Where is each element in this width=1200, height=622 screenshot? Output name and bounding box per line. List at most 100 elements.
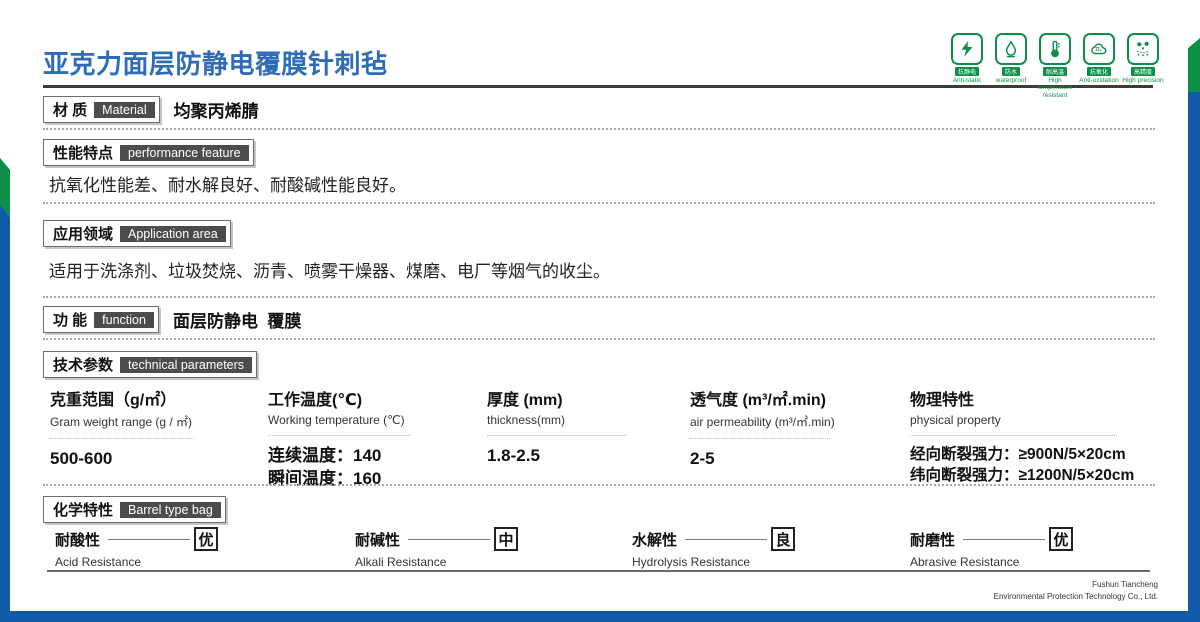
section-label-en: technical parameters <box>120 357 252 373</box>
section-label-application: 应用领域 Application area <box>43 220 231 247</box>
section-label-en: function <box>94 312 154 328</box>
tech-col-gram-weight: 克重范围（g/㎡） Gram weight range (g / ㎡) 500-… <box>50 386 250 471</box>
chem-name-zh: 耐酸性 <box>55 529 100 550</box>
section-label-chemical: 化学特性 Barrel type bag <box>43 496 226 523</box>
tech-header-en: physical property <box>910 413 1175 427</box>
mini-dotted-divider <box>910 435 1117 436</box>
tech-header-zh: 透气度 (m³/㎡.min) <box>690 386 890 410</box>
tech-value: 2-5 <box>690 448 890 471</box>
footer-divider <box>47 570 1150 572</box>
section-label-zh: 性能特点 <box>53 142 113 163</box>
thermometer-icon <box>1039 33 1071 65</box>
lightning-icon <box>951 33 983 65</box>
chem-connector-line <box>963 539 1045 540</box>
chem-grade-badge: 良 <box>771 527 795 551</box>
badge-label-zh: 高精度 <box>1131 67 1155 76</box>
tech-col-thickness: 厚度 (mm) thickness(mm) 1.8-2.5 <box>487 386 647 468</box>
chem-name-zh: 耐磨性 <box>910 529 955 550</box>
tech-col-air-permeability: 透气度 (m³/㎡.min) air permeability (m³/㎡.mi… <box>690 386 890 471</box>
chem-item-row: 耐酸性 优 <box>55 527 218 551</box>
feature-badges: 抗静电 Anti-static 防水 waterproof <box>946 33 1164 99</box>
badge-anti-static: 抗静电 Anti-static <box>946 33 988 99</box>
chem-item-alkali: 耐碱性 中 Alkali Resistance <box>355 527 518 569</box>
tech-value: 1.8-2.5 <box>487 445 647 468</box>
section-label-zh: 应用领域 <box>53 223 113 244</box>
section-chemical: 化学特性 Barrel type bag <box>43 496 226 523</box>
dotted-divider <box>43 296 1155 298</box>
badge-label-en: High temperature resistant <box>1034 77 1076 99</box>
tech-header-en: thickness(mm) <box>487 413 647 427</box>
badge-waterproof: 防水 waterproof <box>990 33 1032 99</box>
chem-connector-line <box>408 539 490 540</box>
chem-name-zh: 耐碱性 <box>355 529 400 550</box>
badge-label-en: Anti-static <box>953 77 982 84</box>
footer-company-line1: Fushun Tiancheng <box>994 579 1158 591</box>
section-material: 材 质 Material 均聚丙烯腈 <box>43 96 259 123</box>
section-function: 功 能 function 面层防静电 覆膜 <box>43 306 301 333</box>
chem-item-row: 耐磨性 优 <box>910 527 1073 551</box>
tech-header-en: Working temperature (℃) <box>268 413 473 427</box>
badge-high-temperature: 耐高温 High temperature resistant <box>1034 33 1076 99</box>
tech-value: 500-600 <box>50 448 250 471</box>
badge-high-precision: 高精度 High precision <box>1122 33 1164 99</box>
tech-header-en: Gram weight range (g / ㎡) <box>50 413 250 430</box>
chem-grade-badge: 优 <box>1049 527 1073 551</box>
chem-name-en: Alkali Resistance <box>355 555 518 569</box>
tech-header-zh: 工作温度(℃) <box>268 386 473 410</box>
chem-grade-badge: 优 <box>194 527 218 551</box>
section-label-en: performance feature <box>120 145 249 161</box>
page-title: 亚克力面层防静电覆膜针刺毡 <box>43 44 388 81</box>
tech-col-working-temperature: 工作温度(℃) Working temperature (℃) 连续温度：140… <box>268 386 473 491</box>
section-label-zh: 技术参数 <box>53 354 113 375</box>
tech-value-line2: 瞬间温度：160 <box>268 468 473 491</box>
datasheet-page: 亚克力面层防静电覆膜针刺毡 抗静电 Anti-static 防水 waterpr… <box>0 0 1200 622</box>
section-performance: 性能特点 performance feature <box>43 139 254 166</box>
footer-company-line2: Environmental Protection Technology Co.,… <box>994 591 1158 603</box>
right-edge-green-accent <box>1188 38 1200 92</box>
section-label-zh: 材 质 <box>53 99 87 120</box>
badge-label-en: waterproof <box>996 77 1027 84</box>
badge-label-zh: 耐高温 <box>1043 67 1067 76</box>
mini-dotted-divider <box>50 438 194 439</box>
section-tech: 技术参数 technical parameters <box>43 351 257 378</box>
section-label-zh: 功 能 <box>53 309 87 330</box>
mini-dotted-divider <box>487 435 627 436</box>
mini-dotted-divider <box>690 438 830 439</box>
section-label-tech: 技术参数 technical parameters <box>43 351 257 378</box>
badge-label-zh: 抗静电 <box>955 67 979 76</box>
chem-item-row: 耐碱性 中 <box>355 527 518 551</box>
section-label-function: 功 能 function <box>43 306 159 333</box>
tech-col-physical-property: 物理特性 physical property 经向断裂强力：≥900N/5×20… <box>910 386 1175 487</box>
dots-icon <box>1127 33 1159 65</box>
waterdrop-icon <box>995 33 1027 65</box>
cloud-o2-icon: O₂ <box>1083 33 1115 65</box>
bottom-blue-bar <box>0 611 1200 622</box>
section-label-en: Material <box>94 102 154 118</box>
left-edge-blue-strip <box>0 205 10 611</box>
chem-item-row: 水解性 良 <box>632 527 795 551</box>
section-application: 应用领域 Application area <box>43 220 231 247</box>
chem-connector-line <box>685 539 767 540</box>
chem-item-acid: 耐酸性 优 Acid Resistance <box>55 527 218 569</box>
tech-value-line1: 连续温度：140 <box>268 445 473 468</box>
badge-label-en: Anti-oxidation <box>1079 77 1118 84</box>
section-label-performance: 性能特点 performance feature <box>43 139 254 166</box>
chem-connector-line <box>108 539 190 540</box>
section-label-material: 材 质 Material <box>43 96 160 123</box>
function-value: 面层防静电 覆膜 <box>173 307 301 332</box>
badge-label-zh: 防水 <box>1002 67 1020 76</box>
chem-name-en: Hydrolysis Resistance <box>632 555 795 569</box>
section-label-zh: 化学特性 <box>53 499 113 520</box>
dotted-divider <box>43 484 1155 486</box>
performance-text: 抗氧化性能差、耐水解良好、耐酸碱性能良好。 <box>49 171 406 196</box>
chem-name-zh: 水解性 <box>632 529 677 550</box>
badge-label-en: High precision <box>1122 77 1163 84</box>
dotted-divider <box>43 202 1155 204</box>
material-value: 均聚丙烯腈 <box>174 97 259 122</box>
badge-label-zh: 抗氧化 <box>1087 67 1111 76</box>
section-label-en: Application area <box>120 226 226 242</box>
chem-name-en: Acid Resistance <box>55 555 218 569</box>
chem-name-en: Abrasive Resistance <box>910 555 1073 569</box>
tech-header-zh: 物理特性 <box>910 386 1175 410</box>
chem-grade-badge: 中 <box>494 527 518 551</box>
